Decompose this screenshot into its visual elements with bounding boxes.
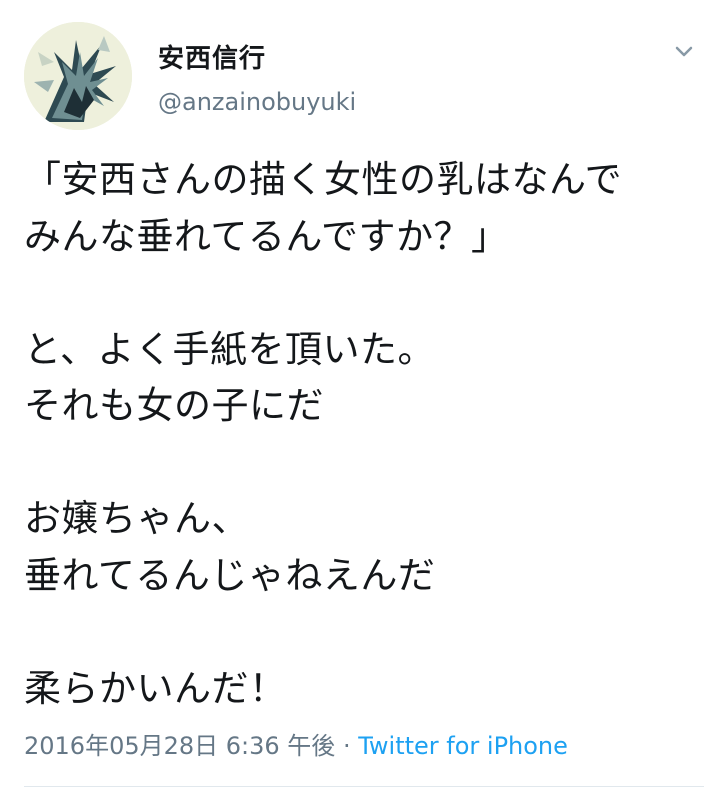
- tweet-timestamp[interactable]: 2016年05月28日 6:36 午後: [24, 732, 335, 760]
- tweet-text-line: それも女の子にだ: [24, 384, 324, 427]
- tweet-text: 「安西さんの描く女性の乳はなんで みんな垂れてるんですか？」 と、よく手紙を頂い…: [24, 152, 704, 717]
- tweet-meta: 2016年05月28日 6:36 午後 · Twitter for iPhone: [24, 726, 568, 761]
- tweet-text-line: お嬢ちゃん、: [24, 497, 249, 540]
- user-handle[interactable]: @anzainobuyuki: [158, 88, 356, 116]
- tweet-text-line: [24, 435, 704, 492]
- tweet-source-link[interactable]: Twitter for iPhone: [358, 732, 568, 760]
- display-name[interactable]: 安西信行: [158, 38, 266, 75]
- avatar-illustration: [24, 22, 132, 130]
- tweet-text-line: と、よく手紙を頂いた。: [24, 327, 436, 371]
- tweet-card: 安西信行 @anzainobuyuki 「安西さんの描く女性の乳はなんで みんな…: [0, 0, 720, 790]
- tweet-text-line: みんな垂れてるんですか？」: [24, 214, 509, 258]
- tweet-text-line: 「安西さんの描く女性の乳はなんで: [24, 158, 623, 201]
- avatar[interactable]: [24, 22, 132, 130]
- meta-separator: ·: [335, 732, 359, 760]
- divider: [24, 786, 704, 787]
- tweet-text-line: [24, 265, 704, 322]
- tweet-text-line: 柔らかいんだ！: [24, 666, 287, 710]
- chevron-down-icon[interactable]: [670, 38, 698, 66]
- tweet-text-line: 垂れてるんじゃねえんだ: [24, 553, 436, 597]
- tweet-text-line: [24, 604, 704, 661]
